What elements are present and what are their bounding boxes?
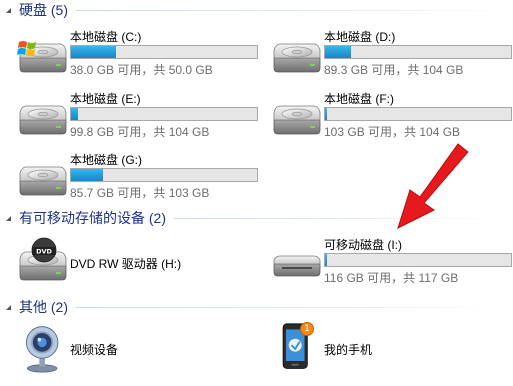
- group-header-removable[interactable]: 有可移动存储的设备 (2): [0, 209, 513, 227]
- drive-name: DVD RW 驱动器 (H:): [70, 257, 182, 271]
- capacity-bar: [324, 107, 512, 121]
- drive-name: 本地磁盘 (D:): [324, 30, 396, 44]
- drive-space-info: 89.3 GB 可用，共 104 GB: [324, 63, 464, 77]
- hard-drive-icon: [270, 28, 326, 76]
- device-video[interactable]: 视频设备: [16, 322, 266, 382]
- drive-c[interactable]: 本地磁盘 (C:) 38.0 GB 可用，共 50.0 GB: [16, 28, 266, 86]
- notification-badge: 1: [300, 322, 314, 336]
- drive-space-info: 99.8 GB 可用，共 104 GB: [70, 125, 210, 139]
- removable-drive-icon: [273, 255, 321, 277]
- group-title: 硬盘 (5): [19, 2, 68, 18]
- phone-icon: [282, 323, 308, 369]
- collapse-chevron-icon[interactable]: [4, 214, 13, 223]
- device-name: 我的手机: [324, 343, 373, 357]
- drive-h-dvd[interactable]: DVD DVD RW 驱动器 (H:): [16, 236, 266, 294]
- drive-space-info: 103 GB 可用，共 104 GB: [324, 125, 461, 139]
- svg-text:DVD: DVD: [36, 248, 52, 256]
- windows-drive-icon: [17, 41, 72, 76]
- drive-space-info: 116 GB 可用，共 117 GB: [324, 271, 459, 285]
- hard-drive-icon: [16, 90, 72, 138]
- device-name: 视频设备: [70, 343, 119, 357]
- capacity-fill: [71, 46, 116, 58]
- drive-name: 本地磁盘 (G:): [70, 153, 142, 167]
- drive-name: 本地磁盘 (F:): [324, 92, 394, 106]
- group-divider: [76, 9, 506, 11]
- webcam-icon: [25, 326, 59, 373]
- capacity-bar: [70, 107, 258, 121]
- hard-drive-icon: [16, 151, 72, 199]
- device-phone[interactable]: 1 我的手机: [270, 322, 513, 382]
- collapse-chevron-icon[interactable]: [4, 6, 13, 15]
- collapse-chevron-icon[interactable]: [4, 303, 13, 312]
- drive-e[interactable]: 本地磁盘 (E:) 99.8 GB 可用，共 104 GB: [16, 90, 266, 148]
- capacity-bar: [70, 45, 258, 59]
- group-title: 有可移动存储的设备 (2): [19, 210, 166, 226]
- group-title: 其他 (2): [19, 299, 68, 315]
- capacity-fill: [325, 254, 327, 266]
- drive-f[interactable]: 本地磁盘 (F:) 103 GB 可用，共 104 GB: [270, 90, 513, 148]
- drive-g[interactable]: 本地磁盘 (G:) 85.7 GB 可用，共 103 GB: [16, 151, 266, 209]
- dvd-drive-icon: DVD: [16, 237, 72, 284]
- capacity-fill: [71, 108, 79, 120]
- drive-name: 本地磁盘 (E:): [70, 92, 141, 106]
- drive-d[interactable]: 本地磁盘 (D:) 89.3 GB 可用，共 104 GB: [270, 28, 513, 86]
- group-header-other[interactable]: 其他 (2): [0, 298, 513, 316]
- drive-name: 可移动磁盘 (I:): [324, 238, 402, 252]
- drive-i-removable[interactable]: 可移动磁盘 (I:) 116 GB 可用，共 117 GB: [270, 236, 513, 294]
- drive-name: 本地磁盘 (C:): [70, 30, 142, 44]
- capacity-fill: [71, 169, 103, 181]
- group-divider: [174, 217, 494, 219]
- capacity-bar: [324, 45, 512, 59]
- capacity-bar: [70, 168, 258, 182]
- hard-drive-icon: [270, 90, 326, 138]
- capacity-bar: [324, 253, 512, 267]
- group-divider: [76, 306, 496, 308]
- drive-space-info: 85.7 GB 可用，共 103 GB: [70, 186, 210, 200]
- capacity-fill: [325, 46, 352, 58]
- capacity-fill: [325, 108, 327, 120]
- group-header-hard-disks[interactable]: 硬盘 (5): [0, 1, 513, 19]
- drive-space-info: 38.0 GB 可用，共 50.0 GB: [70, 63, 213, 77]
